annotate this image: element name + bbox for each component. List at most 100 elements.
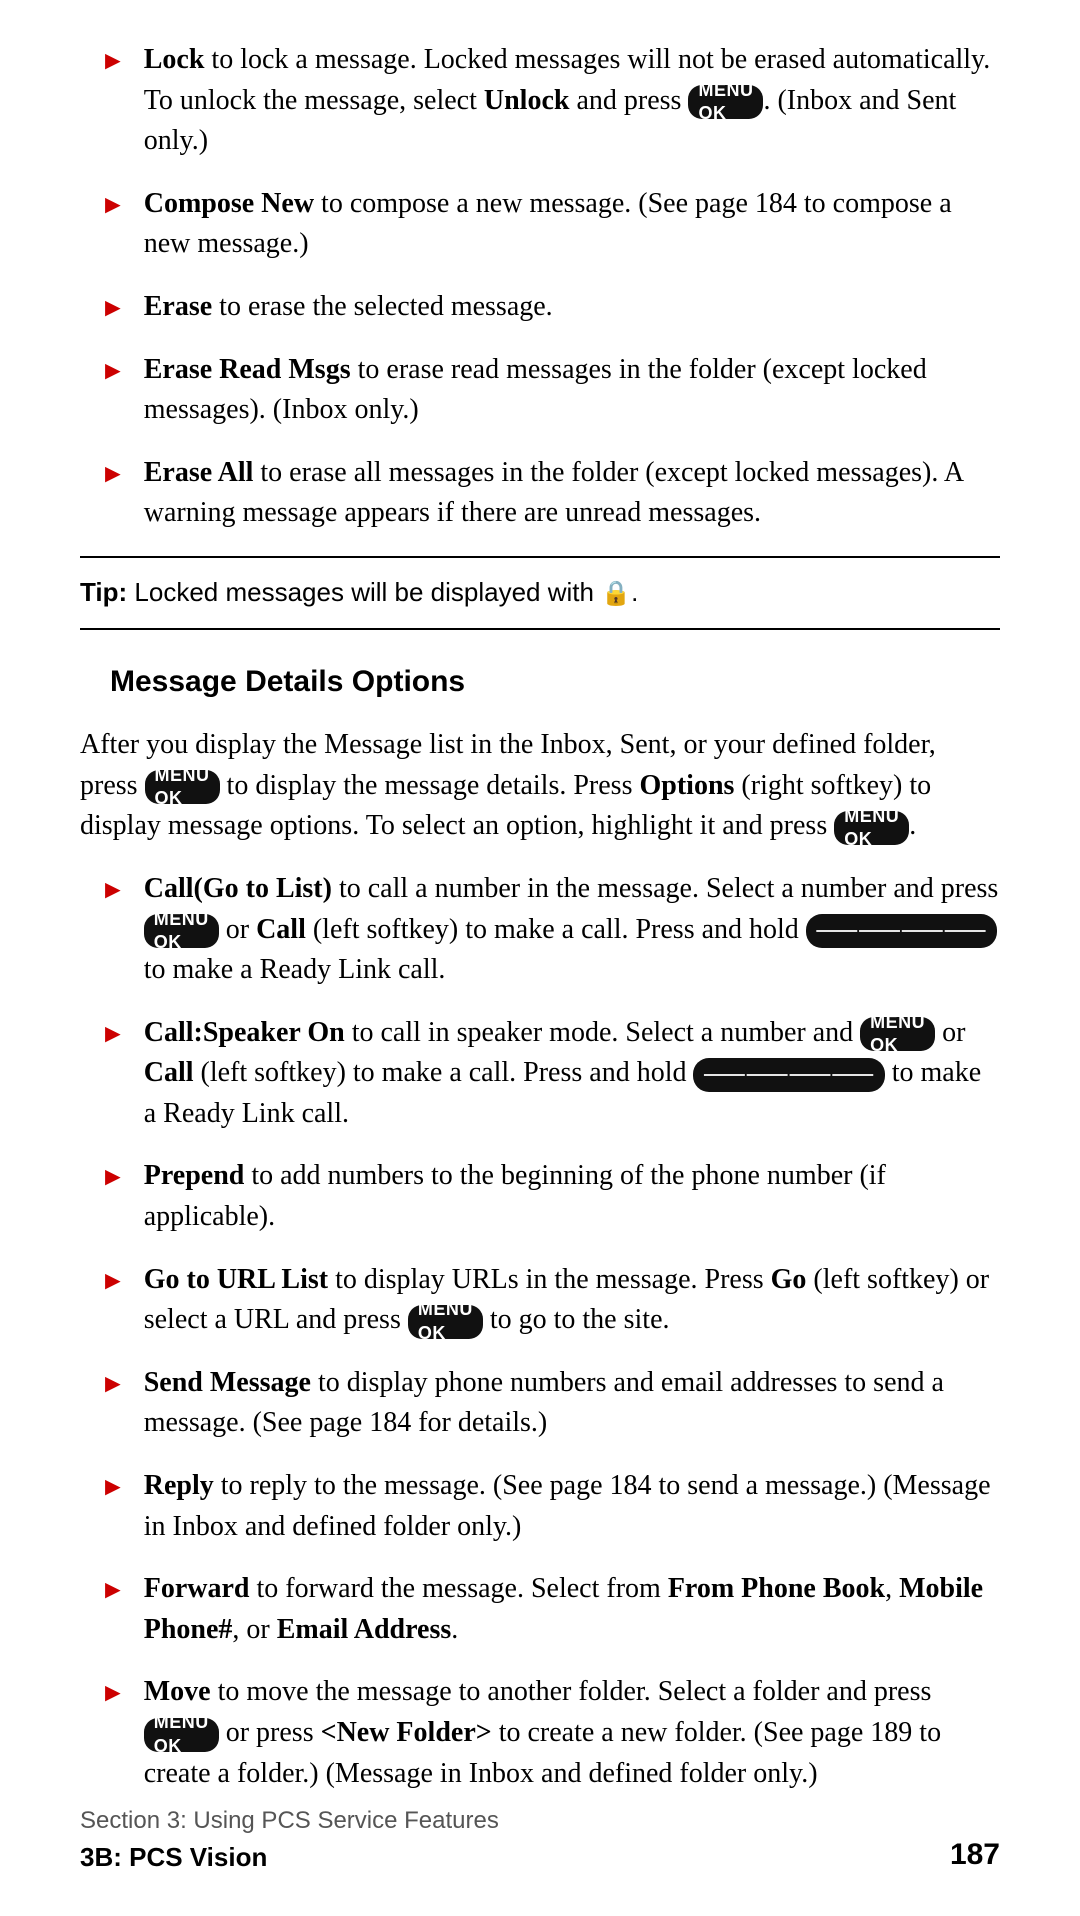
bullet-arrow-icon: ► (100, 289, 126, 327)
from-phone-book-label: From Phone Book (668, 1573, 885, 1604)
list-item: ► Erase to erase the selected message. (80, 287, 1000, 328)
www-button-icon-2: ⸻⸻⸻⸻ (693, 1058, 884, 1092)
list-item: ► Call:Speaker On to call in speaker mod… (80, 1013, 1000, 1135)
item-rest3: to go to the site. (483, 1304, 670, 1335)
list-item: ► Go to URL List to display URLs in the … (80, 1260, 1000, 1341)
list-item: ► Reply to reply to the message. (See pa… (80, 1466, 1000, 1547)
bullet-text: Call:Speaker On to call in speaker mode.… (144, 1013, 1000, 1135)
bullet-arrow-icon: ► (100, 1365, 126, 1403)
bullet-arrow-icon: ► (100, 1158, 126, 1196)
call-label: Call (256, 914, 306, 945)
call-label: Call (144, 1057, 194, 1088)
bullet-text: Move to move the message to another fold… (144, 1672, 1000, 1794)
subsection-label: 3B: PCS Vision (80, 1839, 499, 1877)
lock-icon: 🔒 (601, 577, 631, 612)
bullet-arrow-icon: ► (100, 186, 126, 224)
bullet-arrow-icon: ► (100, 352, 126, 390)
footer-left: Section 3: Using PCS Service Features 3B… (80, 1804, 499, 1876)
item-rest3: (left softkey) to make a call. Press and… (194, 1057, 694, 1088)
item-label: Prepend (144, 1160, 245, 1191)
menu-ok-icon: MENUOK (860, 1017, 935, 1051)
list-item: ► Call(Go to List) to call a number in t… (80, 869, 1000, 991)
bullet-text: Send Message to display phone numbers an… (144, 1363, 1000, 1444)
menu-ok-icon: MENUOK (145, 770, 220, 804)
bullet-text: Lock to lock a message. Locked messages … (144, 40, 1000, 162)
bullet-text: Erase to erase the selected message. (144, 287, 1000, 328)
section-heading: Message Details Options (80, 660, 1000, 704)
section-label: Section 3: Using PCS Service Features (80, 1804, 499, 1839)
item-rest: to call in speaker mode. Select a number… (345, 1017, 860, 1048)
tip-text: Locked messages will be displayed with (127, 577, 601, 607)
bullet-arrow-icon: ► (100, 42, 126, 80)
item-rest2: , (885, 1573, 899, 1604)
item-rest4: . (451, 1614, 458, 1645)
bullet-text: Erase All to erase all messages in the f… (144, 453, 1000, 534)
item-rest2: or (935, 1017, 965, 1048)
item-rest2: or press (219, 1717, 321, 1748)
item-label: Erase All (144, 457, 254, 488)
tip-period: . (631, 577, 638, 607)
body-paragraph: After you display the Message list in th… (80, 725, 1000, 847)
item-label: Forward (144, 1573, 250, 1604)
item-label: Compose New (144, 188, 314, 219)
item-bold2: Unlock (484, 85, 570, 116)
item-rest: to move the message to another folder. S… (211, 1676, 932, 1707)
item-text: to erase the selected message. (212, 291, 553, 322)
email-address-label: Email Address (277, 1614, 452, 1645)
item-label: Lock (144, 44, 205, 75)
item-rest: to display URLs in the message. Press (328, 1264, 771, 1295)
item-label: Move (144, 1676, 211, 1707)
bottom-bullet-list: ► Call(Go to List) to call a number in t… (80, 869, 1000, 1794)
item-rest2: and press (569, 85, 688, 116)
menu-ok-button-icon: MENUOK (688, 85, 763, 119)
item-label: Erase (144, 291, 212, 322)
bullet-text: Erase Read Msgs to erase read messages i… (144, 350, 1000, 431)
top-bullet-list: ► Lock to lock a message. Locked message… (80, 40, 1000, 534)
bullet-arrow-icon: ► (100, 1571, 126, 1609)
item-label: Call(Go to List) (144, 873, 332, 904)
menu-ok-icon: MENUOK (144, 1718, 219, 1752)
bullet-text: Prepend to add numbers to the beginning … (144, 1156, 1000, 1237)
go-label: Go (771, 1264, 807, 1295)
list-item: ► Lock to lock a message. Locked message… (80, 40, 1000, 162)
item-text: to erase all messages in the folder (exc… (144, 457, 963, 529)
bullet-text: Reply to reply to the message. (See page… (144, 1466, 1000, 1547)
item-rest: to call a number in the message. Select … (332, 873, 998, 904)
item-label: Call:Speaker On (144, 1017, 345, 1048)
tip-label: Tip: (80, 577, 127, 607)
new-folder-label: <New Folder> (321, 1717, 492, 1748)
bullet-arrow-icon: ► (100, 455, 126, 493)
body-part4: . (909, 810, 916, 841)
page-number: 187 (950, 1833, 1000, 1877)
bullet-text: Compose New to compose a new message. (S… (144, 184, 1000, 265)
bullet-arrow-icon: ► (100, 1468, 126, 1506)
item-rest2: or (219, 914, 256, 945)
body-part2: to display the message details. Press (220, 770, 640, 801)
item-rest: to reply to the message. (See page 184 t… (144, 1470, 991, 1542)
item-rest: to add numbers to the beginning of the p… (144, 1160, 886, 1232)
bullet-text: Go to URL List to display URLs in the me… (144, 1260, 1000, 1341)
list-item: ► Move to move the message to another fo… (80, 1672, 1000, 1794)
list-item: ► Prepend to add numbers to the beginnin… (80, 1156, 1000, 1237)
options-label: Options (639, 770, 734, 801)
list-item: ► Forward to forward the message. Select… (80, 1569, 1000, 1650)
item-rest4: to make a Ready Link call. (144, 954, 446, 985)
item-rest3: (left softkey) to make a call. Press and… (306, 914, 806, 945)
bullet-text: Forward to forward the message. Select f… (144, 1569, 1000, 1650)
bullet-text: Call(Go to List) to call a number in the… (144, 869, 1000, 991)
list-item: ► Erase Read Msgs to erase read messages… (80, 350, 1000, 431)
item-rest3: , or (232, 1614, 276, 1645)
page-content: ► Lock to lock a message. Locked message… (0, 0, 1080, 1916)
list-item: ► Compose New to compose a new message. … (80, 184, 1000, 265)
bullet-arrow-icon: ► (100, 1015, 126, 1053)
menu-ok-icon-2: MENUOK (834, 811, 909, 845)
menu-ok-icon: MENUOK (408, 1305, 483, 1339)
list-item: ► Send Message to display phone numbers … (80, 1363, 1000, 1444)
item-label: Reply (144, 1470, 214, 1501)
page-footer: Section 3: Using PCS Service Features 3B… (80, 1804, 1000, 1876)
www-button-icon: ⸻⸻⸻⸻ (806, 914, 997, 948)
list-item: ► Erase All to erase all messages in the… (80, 453, 1000, 534)
item-label: Send Message (144, 1367, 311, 1398)
bullet-arrow-icon: ► (100, 1674, 126, 1712)
item-label: Erase Read Msgs (144, 354, 351, 385)
